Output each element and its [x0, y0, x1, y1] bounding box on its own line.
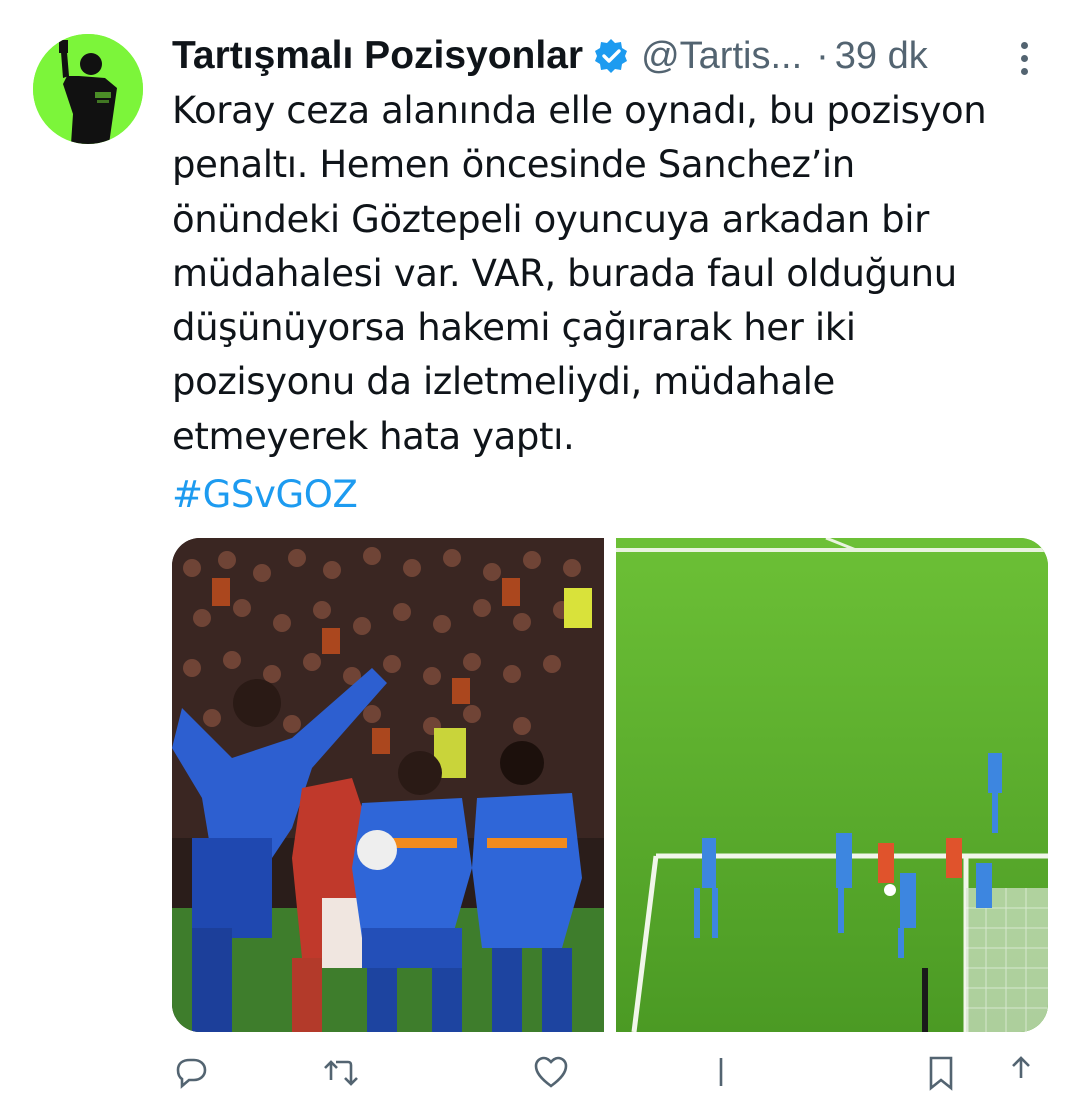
user-handle[interactable]: @Tartis...	[641, 35, 802, 78]
media-grid	[172, 538, 1048, 1032]
share-icon	[1012, 1056, 1030, 1078]
tweet-actions	[172, 1054, 1052, 1094]
photo-penalty-area-wide-icon	[616, 538, 1048, 1032]
tweet-text-line: önündeki Göztepeli oyuncuya arkadan bir	[172, 197, 929, 241]
separator-dot: ·	[816, 34, 829, 77]
more-options-icon[interactable]	[1004, 34, 1044, 82]
tweet-text-line: düşünüyorsa hakemi çağırarak her iki	[172, 306, 856, 350]
views-icon	[719, 1058, 723, 1086]
hashtag-link[interactable]: #GSvGOZ	[172, 468, 358, 522]
verified-badge-icon	[593, 38, 629, 74]
reply-button[interactable]	[172, 1054, 322, 1092]
bookmark-icon	[929, 1056, 953, 1091]
tweet-header: Tartışmalı Pozisyonlar @Tartis... · 39 d…	[172, 28, 1052, 84]
media-photo-1[interactable]	[172, 538, 604, 1032]
avatar[interactable]	[33, 34, 143, 144]
tweet-text-line: Koray ceza alanında elle oynadı, bu pozi…	[172, 89, 987, 132]
share-button[interactable]	[1002, 1054, 1052, 1092]
bookmark-button[interactable]	[922, 1054, 982, 1092]
media-photo-2[interactable]	[616, 538, 1048, 1032]
heart-icon	[534, 1056, 568, 1088]
tweet-text-line: etmeyerek hata yaptı.	[172, 414, 575, 458]
retweet-icon	[324, 1060, 358, 1086]
reply-icon	[176, 1058, 207, 1089]
views-button[interactable]	[702, 1054, 922, 1092]
photo-players-handball-icon	[172, 538, 604, 1032]
tweet-text: Koray ceza alanında elle oynadı, bu pozi…	[172, 84, 1032, 464]
display-name[interactable]: Tartışmalı Pozisyonlar	[172, 34, 583, 78]
referee-avatar-icon	[33, 34, 143, 144]
like-button[interactable]	[532, 1054, 702, 1092]
timestamp[interactable]: 39 dk	[835, 35, 928, 78]
tweet-text-line: pozisyonu da izletmeliydi, müdahale	[172, 360, 835, 404]
tweet-text-line: penaltı. Hemen öncesinde Sanchez’in	[172, 143, 855, 187]
tweet-text-line: müdahalesi var. VAR, burada faul olduğun…	[172, 251, 957, 295]
retweet-button[interactable]	[322, 1054, 532, 1092]
